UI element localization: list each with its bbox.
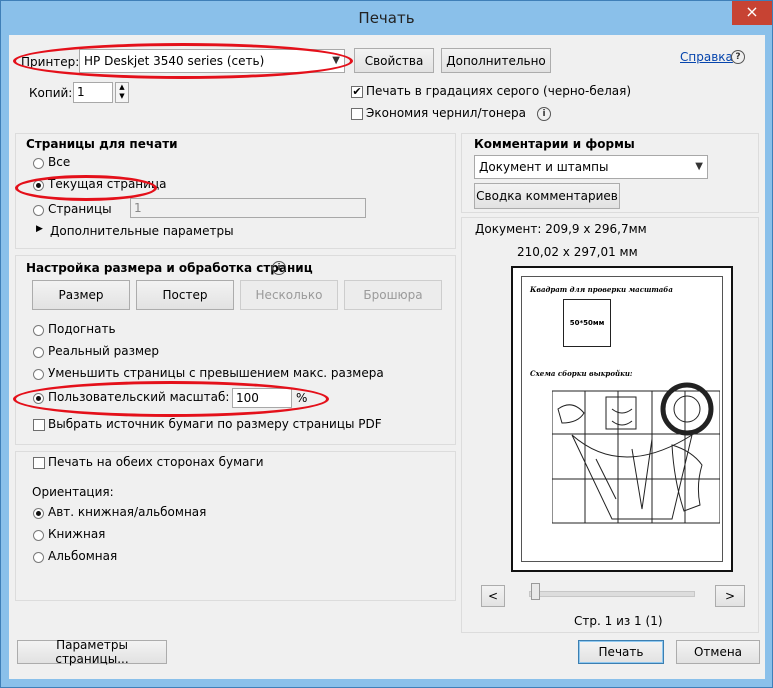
more-options-link[interactable]: Дополнительные параметры [50,224,234,238]
preview-heading-scale: Квадрат для проверки масштаба [530,285,673,294]
custom-scale-label: Пользовательский масштаб: [48,390,230,404]
document-size-label: Документ: 209,9 x 296,7мм [475,222,647,236]
actual-size-label: Реальный размер [48,344,160,358]
expand-triangle-icon[interactable]: ▶ [36,224,43,234]
comments-summary-button[interactable]: Сводка комментариев [474,183,620,209]
orientation-label: Ориентация: [32,485,114,499]
portrait-label: Книжная [48,527,106,541]
landscape-radio[interactable] [33,552,44,563]
print-dialog-window: Печать × Принтер: HP Deskjet 3540 series… [0,0,773,688]
grayscale-label: Печать в градациях серого (черно-белая) [366,84,632,98]
pages-all-label: Все [48,155,71,169]
comments-panel: Комментарии и формы Документ и штампы ▼ … [461,133,759,213]
landscape-label: Альбомная [48,549,118,563]
pattern-layout-diagram [552,382,720,524]
prev-page-button[interactable]: < [481,585,505,607]
print-button[interactable]: Печать [578,640,664,664]
comments-select[interactable]: Документ и штампы ▼ [474,155,708,179]
pages-panel: Страницы для печати Все Текущая страница… [15,133,456,249]
pages-range-label: Страницы [48,202,112,216]
properties-button[interactable]: Свойства [354,48,434,73]
advanced-button[interactable]: Дополнительно [441,48,551,73]
save-ink-label: Экономия чернил/тонера [366,106,527,120]
pages-header: Страницы для печати [26,137,178,151]
size-button[interactable]: Размер [32,280,130,310]
grayscale-checkbox[interactable]: ✔ [351,86,363,98]
portrait-radio[interactable] [33,530,44,541]
booklet-button[interactable]: Брошюра [344,280,442,310]
paper-source-label: Выбрать источник бумаги по размеру стран… [48,417,382,431]
fit-label: Подогнать [48,322,116,336]
percent-label: % [296,391,308,405]
preview-page: Квадрат для проверки масштаба 50*50мм Сх… [521,276,723,562]
sizing-info-icon[interactable]: i [272,261,286,275]
close-button[interactable]: × [732,1,772,25]
pages-range-radio[interactable] [33,205,44,216]
next-page-button[interactable]: > [715,585,745,607]
comments-header: Комментарии и формы [474,137,635,151]
help-icon[interactable]: ? [731,50,745,64]
page-setup-button[interactable]: Параметры страницы... [17,638,167,666]
page-indicator: Стр. 1 из 1 (1) [574,614,663,628]
fit-radio[interactable] [33,325,44,336]
multiple-button[interactable]: Несколько [240,280,338,310]
sizing-panel: Настройка размера и обработка страниц i … [15,255,456,445]
paper-size-label: 210,02 x 297,01 мм [517,245,638,259]
page-preview: Квадрат для проверки масштаба 50*50мм Сх… [511,266,733,572]
auto-orientation-label: Авт. книжная/альбомная [48,505,207,519]
title-bar[interactable]: Печать × [1,1,772,35]
copies-spinner[interactable]: ▲ ▼ [115,82,129,103]
custom-scale-input[interactable]: 100 [232,388,292,408]
poster-button[interactable]: Постер [136,280,234,310]
duplex-checkbox[interactable] [33,457,45,469]
pages-current-label: Текущая страница [48,177,167,191]
auto-orientation-radio[interactable] [33,508,44,519]
custom-scale-radio[interactable] [33,393,44,404]
save-ink-checkbox[interactable] [351,108,363,120]
help-link[interactable]: Справка [680,50,733,64]
chevron-down-icon: ▼ [332,55,340,66]
printer-select-value: HP Deskjet 3540 series (сеть) [84,54,265,68]
pages-all-radio[interactable] [33,158,44,169]
orientation-panel: Печать на обеих сторонах бумаги Ориентац… [15,451,456,601]
window-title: Печать [358,9,415,27]
comments-select-value: Документ и штампы [479,160,609,174]
sizing-header: Настройка размера и обработка страниц [26,261,313,275]
shrink-label: Уменьшить страницы с превышением макс. р… [48,366,384,380]
pages-current-radio[interactable] [33,180,44,191]
copies-input[interactable]: 1 [73,82,113,103]
page-slider-thumb[interactable] [531,583,540,600]
duplex-label: Печать на обеих сторонах бумаги [48,455,264,469]
dialog-client-area: Принтер: HP Deskjet 3540 series (сеть) ▼… [9,35,765,679]
scale-square: 50*50мм [563,299,611,347]
page-slider-track[interactable] [529,591,695,597]
printer-label: Принтер: [21,55,80,69]
copies-label: Копий: [29,86,73,100]
paper-source-checkbox[interactable] [33,419,45,431]
cancel-button[interactable]: Отмена [676,640,760,664]
pages-range-input[interactable]: 1 [130,198,366,218]
printer-select[interactable]: HP Deskjet 3540 series (сеть) ▼ [79,49,345,73]
preview-heading-layout: Схема сборки выкройки: [530,369,633,378]
info-icon[interactable]: i [537,107,551,121]
actual-size-radio[interactable] [33,347,44,358]
shrink-radio[interactable] [33,369,44,380]
chevron-down-icon: ▼ [695,161,703,172]
